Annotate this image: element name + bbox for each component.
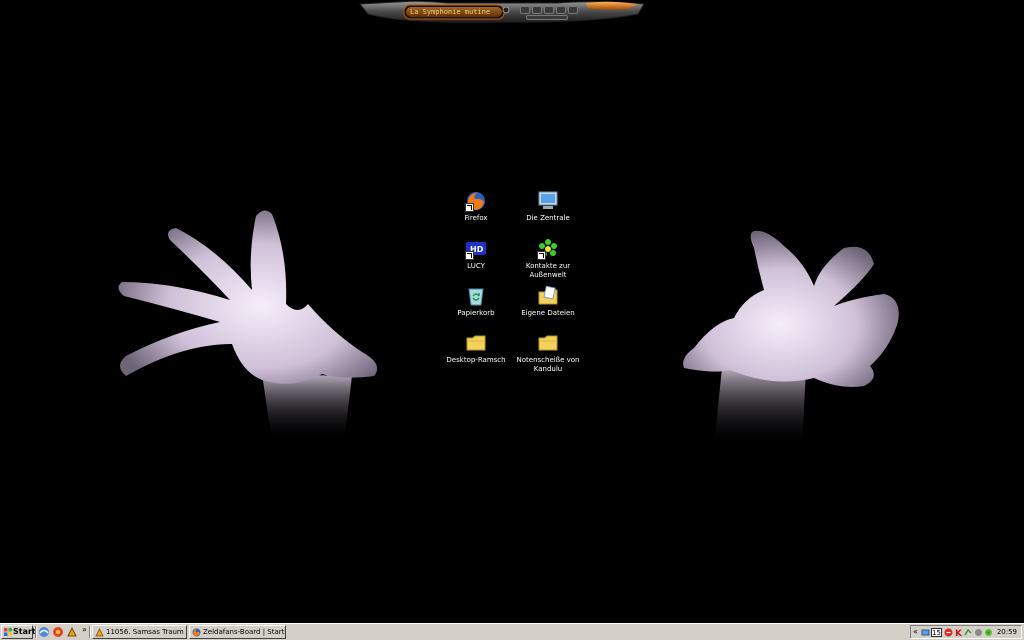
computer-icon	[537, 190, 559, 212]
task-button-winamp[interactable]: 11056. Samsas Traum - ...	[92, 625, 187, 639]
now-playing-title: La Symphonie mutine	[410, 8, 491, 16]
sync-icon[interactable]	[964, 628, 973, 637]
folder-icon	[465, 332, 487, 354]
wallpaper-left-hand	[112, 204, 384, 444]
windows-flag-icon	[4, 628, 12, 636]
seek-bar[interactable]	[526, 15, 568, 20]
svg-text:K: K	[955, 629, 963, 637]
firefox-icon	[192, 628, 201, 637]
taskbar: Start » 11056. Samsas Traum - ... Zeldaf…	[0, 623, 1024, 640]
desktop-icon-lucy[interactable]: HD LUCY	[438, 238, 514, 271]
winamp-icon	[95, 628, 104, 637]
internet-explorer-icon[interactable]	[38, 626, 50, 638]
quicklaunch-chevron[interactable]: »	[82, 625, 87, 634]
clock[interactable]: 20:59	[997, 626, 1017, 638]
desktop-icon-desktop-ramsch[interactable]: Desktop-Ramsch	[438, 332, 514, 365]
media-player-skin[interactable]: La Symphonie mutine	[358, 0, 646, 24]
firefox-icon	[465, 190, 487, 212]
pause-button[interactable]	[544, 6, 554, 14]
taskbar-separator	[89, 626, 91, 638]
system-tray: « 15 K 20:59	[910, 625, 1022, 639]
documents-folder-icon	[537, 285, 559, 307]
desktop-icon-eigene-dateien[interactable]: Eigene Dateien	[510, 285, 586, 318]
stop-button[interactable]	[556, 6, 566, 14]
play-button[interactable]	[532, 6, 542, 14]
prev-button[interactable]	[520, 6, 530, 14]
network-icon[interactable]	[921, 628, 930, 637]
kaspersky-icon[interactable]: K	[954, 628, 963, 637]
start-button[interactable]: Start	[1, 625, 36, 639]
desktop-icon-die-zentrale[interactable]: Die Zentrale	[510, 190, 586, 223]
volume-icon[interactable]	[974, 628, 983, 637]
folder-icon	[537, 332, 559, 354]
task-button-firefox[interactable]: Zeldafans-Board | Starts...	[189, 625, 286, 639]
antivirus-icon[interactable]	[944, 628, 953, 637]
desktop-icon-kontakte[interactable]: Kontakte zur Außenwelt	[510, 238, 586, 280]
recycle-bin-icon	[465, 285, 487, 307]
tray-expand-button[interactable]: «	[913, 626, 918, 638]
next-button[interactable]	[568, 6, 578, 14]
badge-counter[interactable]: 15	[931, 628, 942, 637]
winamp-quicklaunch-icon[interactable]	[66, 626, 78, 638]
desktop-icon-papierkorb[interactable]: Papierkorb	[438, 285, 514, 318]
media-player-quicklaunch-icon[interactable]	[52, 626, 64, 638]
icq-flower-icon	[537, 238, 559, 260]
icq-tray-icon[interactable]	[984, 628, 993, 637]
desktop-icon-notenscheisse[interactable]: Notenscheiße von Kandulu	[510, 332, 586, 374]
wallpaper-right-hand	[674, 218, 906, 450]
desktop-icon-firefox[interactable]: Firefox	[438, 190, 514, 223]
hd-drive-icon: HD	[465, 238, 487, 260]
desktop-icon-grid: Firefox Die Zentrale HD LUCY Kontakte zu…	[438, 188, 586, 388]
taskbar-separator	[35, 626, 37, 638]
